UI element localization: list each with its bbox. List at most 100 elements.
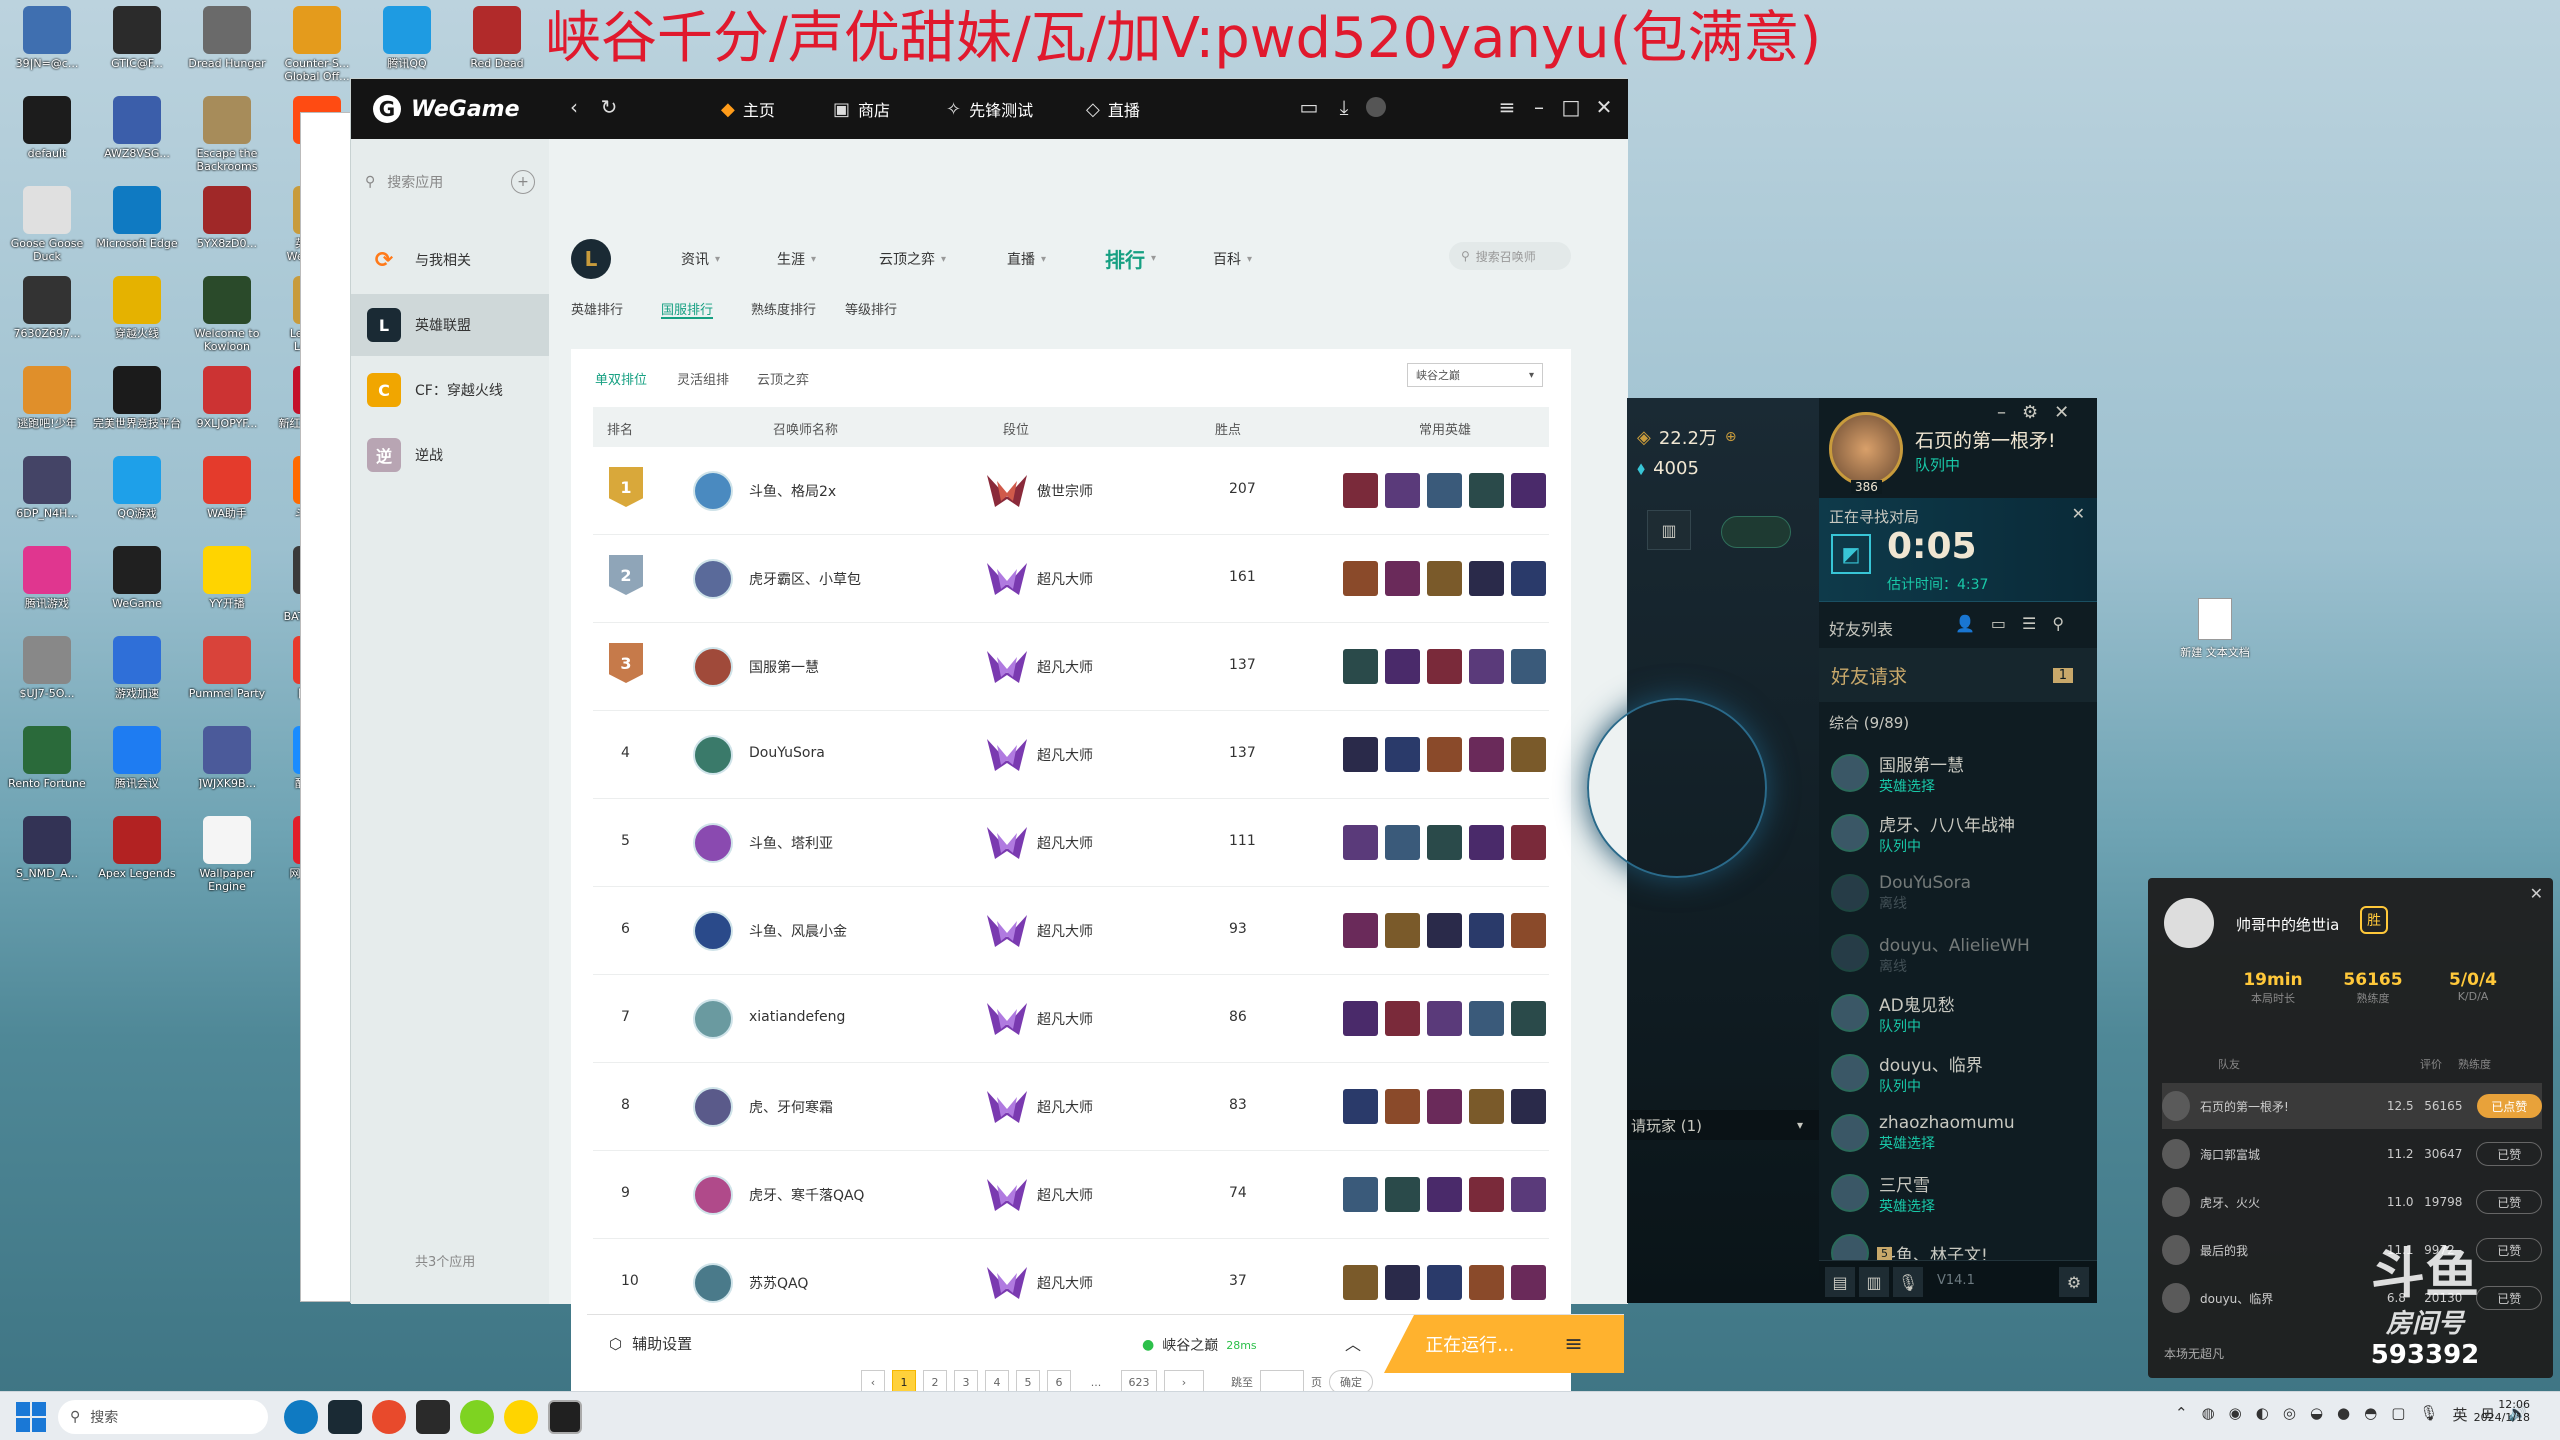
like-button[interactable]: 已赞 (2476, 1286, 2542, 1310)
champion-icon[interactable] (1511, 825, 1546, 860)
desktop-icon[interactable]: S_NMD_A... (2, 812, 92, 907)
gear-icon[interactable]: ⚙ (2022, 402, 2038, 423)
tray-icon[interactable]: ◓ (2364, 1404, 2377, 1425)
tab-tft-queue[interactable]: 云顶之弈 (757, 369, 809, 388)
champion-icon[interactable] (1511, 913, 1546, 948)
table-row[interactable]: 7 xiatiandefeng 超凡大师 86 (593, 975, 1549, 1063)
lobby-players[interactable]: 请玩家 (1) ▾ (1627, 1110, 1819, 1140)
taskbar-search[interactable]: ⚲ 搜索 (58, 1400, 268, 1434)
champion-icon[interactable] (1343, 825, 1378, 860)
stats-icon[interactable]: ▥ (1647, 510, 1691, 550)
champion-icon[interactable] (1385, 1265, 1420, 1300)
desktop-file[interactable]: 新建 文本文档 (2180, 598, 2250, 660)
champion-icon[interactable] (1469, 561, 1504, 596)
champion-icon[interactable] (1343, 473, 1378, 508)
nav-store[interactable]: ▣ 商店 (833, 97, 890, 121)
folder-icon[interactable]: ▭ (1991, 614, 2006, 633)
close-icon[interactable]: ✕ (2530, 884, 2543, 903)
app-icon[interactable] (460, 1400, 494, 1434)
friend-item[interactable]: zhaozhaomumu 英雄选择 (1819, 1103, 2097, 1163)
clock[interactable]: 12:06 2024/1/18 (2470, 1398, 2530, 1424)
desktop-icon[interactable]: Goose Goose Duck (2, 182, 92, 277)
table-row[interactable]: 2 虎牙霸区、小草包 超凡大师 161 (593, 535, 1549, 623)
folder-icon[interactable]: ▭ (1296, 95, 1322, 119)
champion-icon[interactable] (1385, 473, 1420, 508)
champion-icon[interactable] (1385, 561, 1420, 596)
desktop-icon[interactable]: Dread Hunger (182, 2, 272, 97)
desktop-icon[interactable]: WeGame (92, 542, 182, 637)
friend-item[interactable]: 国服第一慧 英雄选择 (1819, 743, 2097, 803)
add-icon[interactable]: + (511, 170, 535, 194)
champion-icon[interactable] (1469, 825, 1504, 860)
desktop-icon[interactable]: YY开播 (182, 542, 272, 637)
maximize-icon[interactable]: □ (1558, 95, 1584, 119)
tray-icon[interactable]: ◐ (2256, 1404, 2269, 1425)
summoner-name[interactable]: 虎、牙何寒霜 (749, 1097, 833, 1117)
like-button[interactable]: 已赞 (2476, 1190, 2542, 1214)
champion-icon[interactable] (1469, 1001, 1504, 1036)
table-row[interactable]: 3 国服第一慧 超凡大师 137 (593, 623, 1549, 711)
tray-icon[interactable]: ◎ (2283, 1404, 2296, 1425)
champion-icon[interactable] (1511, 473, 1546, 508)
summoner-name[interactable]: 斗鱼、塔利亚 (749, 833, 833, 853)
desktop-icon[interactable]: WA助手 (182, 452, 272, 547)
close-icon[interactable]: ✕ (2054, 402, 2069, 423)
champion-icon[interactable] (1469, 737, 1504, 772)
champion-icon[interactable] (1427, 649, 1462, 684)
champion-icon[interactable] (1427, 825, 1462, 860)
desktop-icon[interactable]: 游戏加速 (92, 632, 182, 727)
summoner-name[interactable]: 虎牙、寒千落QAQ (749, 1185, 864, 1205)
tab-hero-rank[interactable]: 英雄排行 (571, 299, 623, 318)
chat-icon[interactable]: ▤ (1825, 1267, 1855, 1297)
game-nav-news[interactable]: 资讯 ▾ (681, 249, 720, 269)
champion-icon[interactable] (1469, 913, 1504, 948)
minimize-icon[interactable]: – (1997, 402, 2006, 423)
friend-item[interactable]: douyu、临界 队列中 (1819, 1043, 2097, 1103)
champion-icon[interactable] (1469, 1265, 1504, 1300)
nav-home[interactable]: ◆ 主页 (721, 97, 775, 121)
like-button[interactable]: 已赞 (2476, 1142, 2542, 1166)
desktop-icon[interactable]: 腾讯会议 (92, 722, 182, 817)
desktop-icon[interactable]: 39|N=@c... (2, 2, 92, 97)
desktop-icon[interactable]: 9XLJOPYF... (182, 362, 272, 457)
desktop-icon[interactable]: 穿越火线 (92, 272, 182, 367)
mic-icon[interactable]: 🎙 (1893, 1267, 1923, 1297)
friend-requests[interactable]: 好友请求 1 (1819, 648, 2097, 702)
close-icon[interactable]: ✕ (1591, 95, 1617, 119)
desktop-icon[interactable]: default (2, 92, 92, 187)
desktop-icon[interactable]: QQ游戏 (92, 452, 182, 547)
friend-item[interactable]: 三尺雪 英雄选择 (1819, 1163, 2097, 1223)
champion-icon[interactable] (1511, 1089, 1546, 1124)
table-row[interactable]: 4 DouYuSora 超凡大师 137 (593, 711, 1549, 799)
tab-level-rank[interactable]: 等级排行 (845, 299, 897, 318)
champion-icon[interactable] (1427, 1177, 1462, 1212)
desktop-icon[interactable]: 5YX8zD0... (182, 182, 272, 277)
champion-icon[interactable] (1427, 1089, 1462, 1124)
start-icon[interactable] (16, 1402, 46, 1432)
champion-icon[interactable] (1427, 473, 1462, 508)
assist-settings[interactable]: ⬡ 辅助设置 (609, 1333, 692, 1354)
champion-icon[interactable] (1469, 1177, 1504, 1212)
champion-icon[interactable] (1385, 649, 1420, 684)
help-icon[interactable]: ⚙ (2059, 1267, 2089, 1297)
add-icon[interactable]: ⊕ (1725, 429, 1737, 445)
menu-icon[interactable]: ≡ (1494, 95, 1520, 119)
desktop-icon[interactable]: GTIC@F... (92, 2, 182, 97)
add-friend-icon[interactable]: 👤 (1955, 614, 1975, 633)
chevron-up-icon[interactable]: ︿ (1345, 1331, 1361, 1355)
desktop-icon[interactable]: $UJ7-5O... (2, 632, 92, 727)
game-nav-tft[interactable]: 云顶之弈 ▾ (879, 249, 946, 269)
champion-icon[interactable] (1385, 825, 1420, 860)
champion-icon[interactable] (1511, 737, 1546, 772)
champion-icon[interactable] (1343, 1001, 1378, 1036)
profile-avatar[interactable] (1829, 412, 1903, 486)
champion-icon[interactable] (1385, 1001, 1420, 1036)
champion-icon[interactable] (1511, 1001, 1546, 1036)
champion-icon[interactable] (1343, 1265, 1378, 1300)
champion-icon[interactable] (1343, 737, 1378, 772)
tray-icon[interactable]: ◒ (2310, 1404, 2323, 1425)
tab-mastery-rank[interactable]: 熟练度排行 (751, 299, 816, 318)
refresh-icon[interactable]: ↻ (596, 95, 622, 119)
tab-server-rank[interactable]: 国服排行 (661, 299, 713, 318)
nav-pioneer[interactable]: ✧ 先锋测试 (946, 97, 1033, 121)
